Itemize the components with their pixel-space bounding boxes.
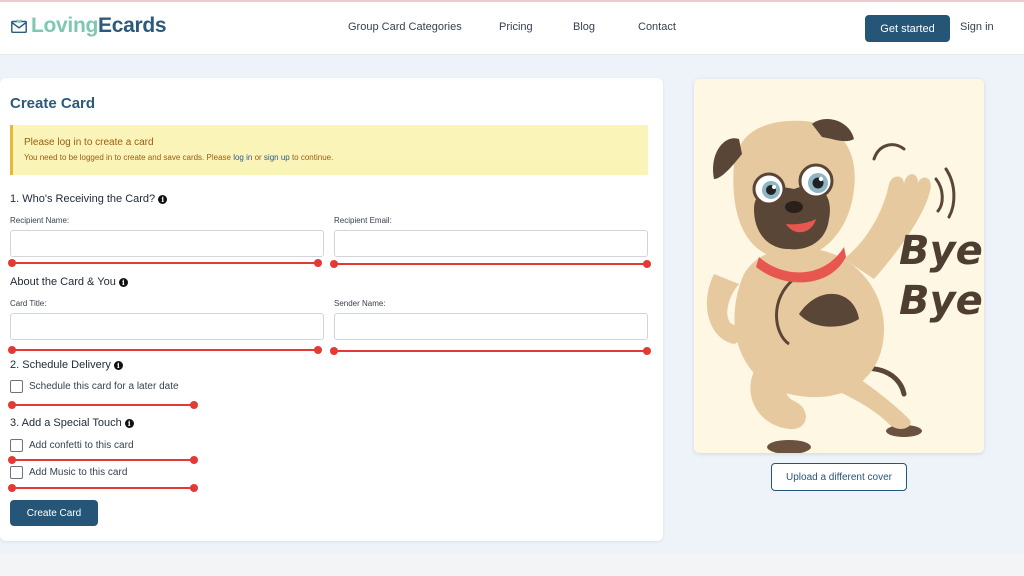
nav-pricing[interactable]: Pricing — [499, 21, 533, 33]
create-card-button[interactable]: Create Card — [10, 500, 98, 526]
recipient-email-label: Recipient Email: — [334, 216, 392, 225]
info-icon[interactable]: i — [158, 194, 168, 204]
card-cover-image: Bye Bye — [694, 79, 984, 453]
brand-logo[interactable]: Loving Ecards — [10, 14, 167, 38]
pug-illustration: Bye Bye — [706, 119, 983, 453]
recipient-email-input[interactable] — [334, 230, 648, 257]
sender-name-label: Sender Name: — [334, 299, 386, 308]
slider-handle-left[interactable] — [8, 401, 16, 409]
card-title-label: Card Title: — [10, 299, 47, 308]
nav-contact[interactable]: Contact — [638, 21, 676, 33]
alert-text-after: to continue. — [291, 153, 334, 162]
logo-text-ecards: Ecards — [98, 14, 167, 37]
schedule-checkbox[interactable] — [10, 380, 23, 393]
sender-name-input[interactable] — [334, 313, 648, 340]
top-navbar: Loving Ecards Group Card Categories Pric… — [0, 2, 1024, 55]
login-alert: Please log in to create a card You need … — [10, 125, 648, 175]
info-icon[interactable]: i — [118, 277, 128, 287]
info-icon[interactable]: i — [113, 360, 123, 370]
slider-handle-left[interactable] — [8, 259, 16, 267]
section-recipient-heading: 1. Who's Receiving the Card? i — [10, 193, 168, 205]
footer-strip — [0, 554, 1024, 576]
upload-cover-button[interactable]: Upload a different cover — [771, 463, 907, 491]
alert-text-or: or — [254, 153, 262, 162]
recipient-name-input[interactable] — [10, 230, 324, 257]
slider-handle-right[interactable] — [643, 347, 651, 355]
alert-title: Please log in to create a card — [24, 137, 154, 148]
slider-handle-right[interactable] — [643, 260, 651, 268]
slider-handle-right[interactable] — [314, 346, 322, 354]
section-recipient-label: 1. Who's Receiving the Card? — [10, 193, 156, 205]
confetti-slider[interactable] — [8, 456, 198, 464]
slider-handle-right[interactable] — [314, 259, 322, 267]
recipient-email-slider[interactable] — [330, 260, 651, 268]
nav-blog[interactable]: Blog — [573, 21, 595, 33]
slider-handle-right[interactable] — [190, 484, 198, 492]
cover-text-bye-2: Bye — [899, 278, 983, 324]
sender-name-slider[interactable] — [330, 347, 651, 355]
info-icon[interactable]: i — [124, 418, 134, 428]
signup-link[interactable]: sign up — [264, 153, 290, 162]
music-slider[interactable] — [8, 484, 198, 492]
recipient-name-slider[interactable] — [8, 259, 322, 267]
login-link[interactable]: log in — [233, 153, 252, 162]
music-checkbox-row[interactable]: Add Music to this card — [10, 466, 127, 479]
card-title-slider[interactable] — [8, 346, 322, 354]
section-about-heading: About the Card & You i — [10, 276, 128, 288]
section-schedule-heading: 2. Schedule Delivery i — [10, 359, 123, 371]
slider-handle-left[interactable] — [8, 456, 16, 464]
nav-group-card-categories[interactable]: Group Card Categories — [348, 21, 462, 33]
slider-handle-left[interactable] — [8, 346, 16, 354]
recipient-name-label: Recipient Name: — [10, 216, 70, 225]
cover-text-bye-1: Bye — [899, 228, 983, 274]
alert-text-before: You need to be logged in to create and s… — [24, 153, 231, 162]
confetti-checkbox[interactable] — [10, 439, 23, 452]
music-checkbox[interactable] — [10, 466, 23, 479]
card-title-input[interactable] — [10, 313, 324, 340]
confetti-checkbox-label: Add confetti to this card — [29, 440, 134, 451]
envelope-heart-icon — [11, 19, 27, 34]
get-started-button[interactable]: Get started — [865, 15, 950, 42]
schedule-slider[interactable] — [8, 401, 198, 409]
slider-handle-left[interactable] — [8, 484, 16, 492]
section-special-label: 3. Add a Special Touch — [10, 417, 122, 429]
slider-handle-right[interactable] — [190, 401, 198, 409]
sign-in-link[interactable]: Sign in — [960, 21, 994, 33]
slider-handle-left[interactable] — [330, 347, 338, 355]
section-special-heading: 3. Add a Special Touch i — [10, 417, 134, 429]
slider-handle-right[interactable] — [190, 456, 198, 464]
schedule-checkbox-row[interactable]: Schedule this card for a later date — [10, 380, 179, 393]
slider-handle-left[interactable] — [330, 260, 338, 268]
section-about-label: About the Card & You — [10, 276, 116, 288]
page-title: Create Card — [10, 95, 96, 112]
confetti-checkbox-row[interactable]: Add confetti to this card — [10, 439, 134, 452]
music-checkbox-label: Add Music to this card — [29, 467, 128, 478]
alert-message: You need to be logged in to create and s… — [24, 153, 333, 162]
logo-text-loving: Loving — [31, 14, 99, 37]
schedule-checkbox-label: Schedule this card for a later date — [29, 381, 179, 392]
section-schedule-label: 2. Schedule Delivery — [10, 359, 111, 371]
